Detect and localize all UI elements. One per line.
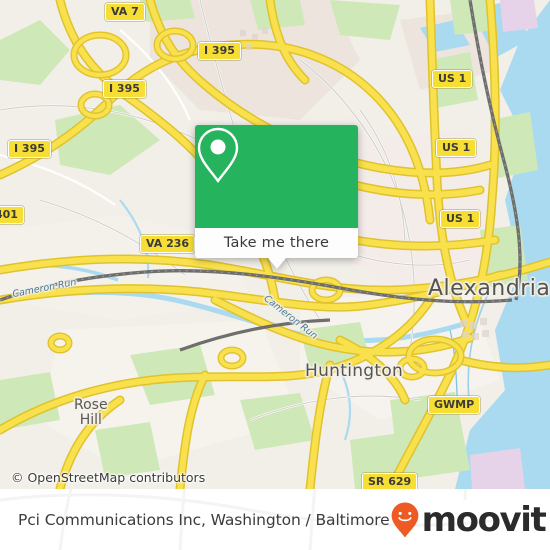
highway-shield-i-395-b[interactable]: I 395 (103, 80, 146, 98)
moovit-wordmark: moovit (421, 499, 547, 540)
map-pin-icon (197, 127, 239, 184)
card-pointer-tip (268, 258, 286, 269)
take-me-there-label: Take me there (223, 235, 330, 251)
highway-shield-gwmp[interactable]: GWMP (428, 396, 481, 414)
moovit-logo[interactable]: moovit (390, 499, 547, 540)
highway-shield-va-7[interactable]: VA 7 (105, 3, 145, 21)
highway-shield-va-236[interactable]: VA 236 (140, 235, 196, 253)
card-header (195, 125, 358, 228)
highway-shield-us-1-b[interactable]: US 1 (436, 139, 477, 157)
osm-attribution[interactable]: © OpenStreetMap contributors (11, 470, 205, 485)
footer-bar: Pci Communications Inc, Washington / Bal… (0, 489, 550, 550)
highway-shield-us-1-a[interactable]: US 1 (432, 70, 473, 88)
highway-shield-401[interactable]: 401 (0, 206, 24, 224)
moovit-station-map-page: Alexandria Huntington Rose Hill Cameron R… (0, 0, 550, 550)
moovit-pin-icon (391, 502, 418, 537)
highway-shield-us-1-c[interactable]: US 1 (440, 210, 481, 228)
page-title: Pci Communications Inc, Washington / Bal… (18, 510, 390, 529)
station-popup-card[interactable]: Take me there (195, 125, 358, 269)
take-me-there-button[interactable]: Take me there (195, 228, 358, 258)
map-canvas[interactable]: Alexandria Huntington Rose Hill Cameron R… (0, 0, 550, 489)
highway-shield-i-395-a[interactable]: I 395 (198, 42, 241, 60)
highway-shield-i-395-c[interactable]: I 395 (8, 140, 51, 158)
highway-shield-sr-629[interactable]: SR 629 (362, 473, 418, 489)
